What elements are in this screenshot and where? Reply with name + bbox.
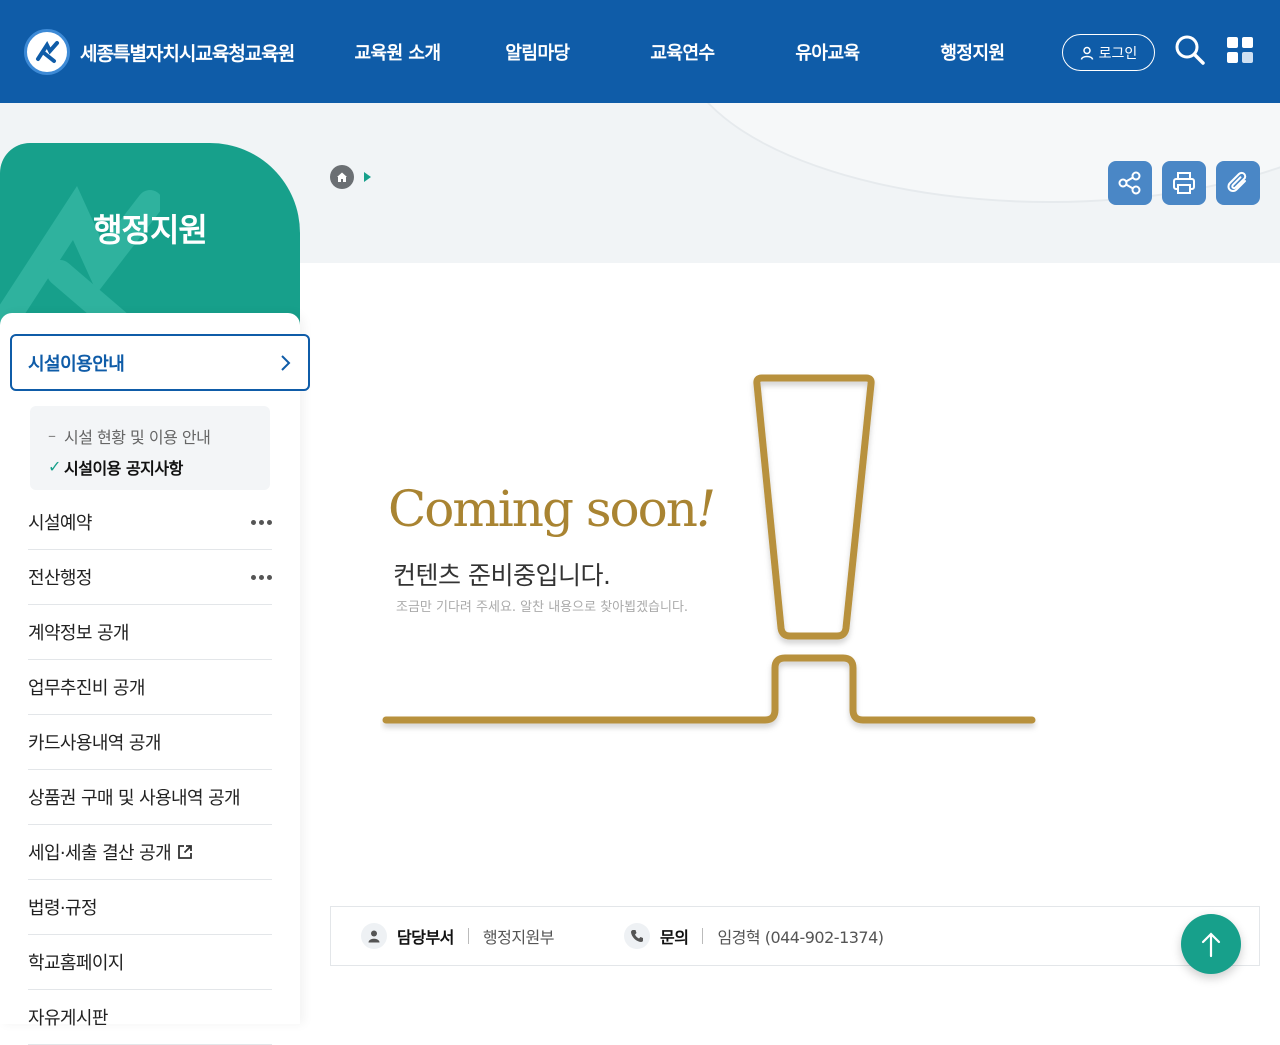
lnb-sub-item-facility-info[interactable]: – 시설 현황 및 이용 안내 [48,420,252,451]
divider [702,928,704,944]
lnb-active-item[interactable]: 시설이용안내 [10,334,310,391]
lnb-item-label: 학교홈페이지 [28,953,124,974]
header: 세종특별자치시교육청교육원 교육원 소개 알림마당 교육연수 유아교육 행정지원… [0,0,1280,103]
phone-icon [624,923,650,949]
lnb-item-facility-reservation[interactable]: 시설예약 [28,495,272,550]
dept-label: 담당부서 [397,928,454,947]
nav-item-about[interactable]: 교육원 소개 [330,39,465,65]
lnb-item-card-usage[interactable]: 카드사용내역 공개 [28,715,272,770]
lnb-active-label: 시설이용안내 [28,353,125,375]
share-icon [1118,171,1141,195]
lnb-item-label: 법령·규정 [28,898,98,919]
coming-soon-graphic [382,374,1036,724]
lnb-item-settlement[interactable]: 세입·세출 결산 공개 [28,825,272,880]
login-button[interactable]: 로그인 [1062,34,1155,71]
logo-text: 세종특별자치시교육청교육원 [80,42,295,65]
logo-mark-icon [24,29,70,75]
more-icon [248,519,272,525]
lnb-sub-item-facility-notice[interactable]: ✓ 시설이용 공지사항 [48,451,252,482]
nav-item-admin-support[interactable]: 행정지원 [900,39,1045,65]
lnb-sub-label: 시설이용 공지사항 [64,458,183,478]
exclamation-mark: ! [695,480,716,538]
home-icon[interactable] [330,165,354,189]
print-icon [1173,172,1195,194]
lnb-item-business-expense[interactable]: 업무추진비 공개 [28,660,272,715]
lnb-item-school-homepage[interactable]: 학교홈페이지 [28,935,272,990]
lnb-submenu: – 시설 현황 및 이용 안내 ✓ 시설이용 공지사항 [30,406,270,490]
lnb-item-label: 세입·세출 결산 공개 [28,843,172,864]
main-nav: 교육원 소개 알림마당 교육연수 유아교육 행정지원 [330,0,1045,103]
coming-soon-description: 조금만 기다려 주세요. 알찬 내용으로 찾아뵙겠습니다. [396,600,689,615]
search-icon[interactable] [1174,34,1206,66]
contact-value: 임경혁 (044-902-1374) [717,928,884,947]
arrow-up-icon [1201,932,1221,958]
breadcrumb [330,165,371,189]
more-icon [248,574,272,580]
site-logo[interactable]: 세종특별자치시교육청교육원 [24,29,295,75]
lnb-item-it-admin[interactable]: 전산행정 [28,550,272,605]
lnb-list: 시설예약 전산행정 계약정보 공개 업무추진비 공개 카드사용내역 공개 상품권… [28,495,272,1045]
lnb-sub-label: 시설 현황 및 이용 안내 [64,427,211,447]
attach-icon [1227,171,1247,193]
user-icon [1080,46,1093,60]
share-button[interactable] [1108,161,1152,205]
grid-menu-icon[interactable] [1226,36,1254,64]
external-link-icon [178,845,192,859]
breadcrumb-arrow-icon [364,172,371,182]
nav-item-training[interactable]: 교육연수 [610,39,755,65]
lnb-item-contract-info[interactable]: 계약정보 공개 [28,605,272,660]
coming-soon-title: Coming soon! [388,480,716,538]
user-icon [361,923,387,949]
lnb-item-label: 카드사용내역 공개 [28,733,161,754]
coming-soon-korean: 컨텐츠 준비중입니다. [393,561,611,590]
lnb-item-label: 업무추진비 공개 [28,678,145,699]
print-button[interactable] [1162,161,1206,205]
nav-item-notice[interactable]: 알림마당 [465,39,610,65]
lnb-item-regulations[interactable]: 법령·규정 [28,880,272,935]
login-label: 로그인 [1098,45,1138,62]
chevron-right-icon [281,354,291,371]
contact-label: 문의 [660,928,689,947]
nav-item-early-childhood[interactable]: 유아교육 [755,39,900,65]
divider [467,928,469,944]
lnb-item-free-board[interactable]: 자유게시판 [28,990,272,1045]
lnb-item-label: 전산행정 [28,568,92,589]
lnb-item-label: 시설예약 [28,513,92,534]
attach-button[interactable] [1216,161,1260,205]
dept-value: 행정지원부 [482,928,555,947]
lnb-item-label: 자유게시판 [28,1008,108,1029]
lnb-item-label: 상품권 구매 및 사용내역 공개 [28,788,241,809]
dash-icon: – [48,426,56,445]
lnb-item-label: 계약정보 공개 [28,623,129,644]
lnb-title: 행정지원 [93,211,208,249]
scroll-top-button[interactable] [1181,914,1241,974]
coming-soon-text: Coming soon [388,480,698,538]
manager-info-bar: 담당부서 행정지원부 문의 임경혁 (044-902-1374) [330,906,1260,966]
lnb-item-gift-certificate[interactable]: 상품권 구매 및 사용내역 공개 [28,770,272,825]
check-icon: ✓ [48,457,61,476]
